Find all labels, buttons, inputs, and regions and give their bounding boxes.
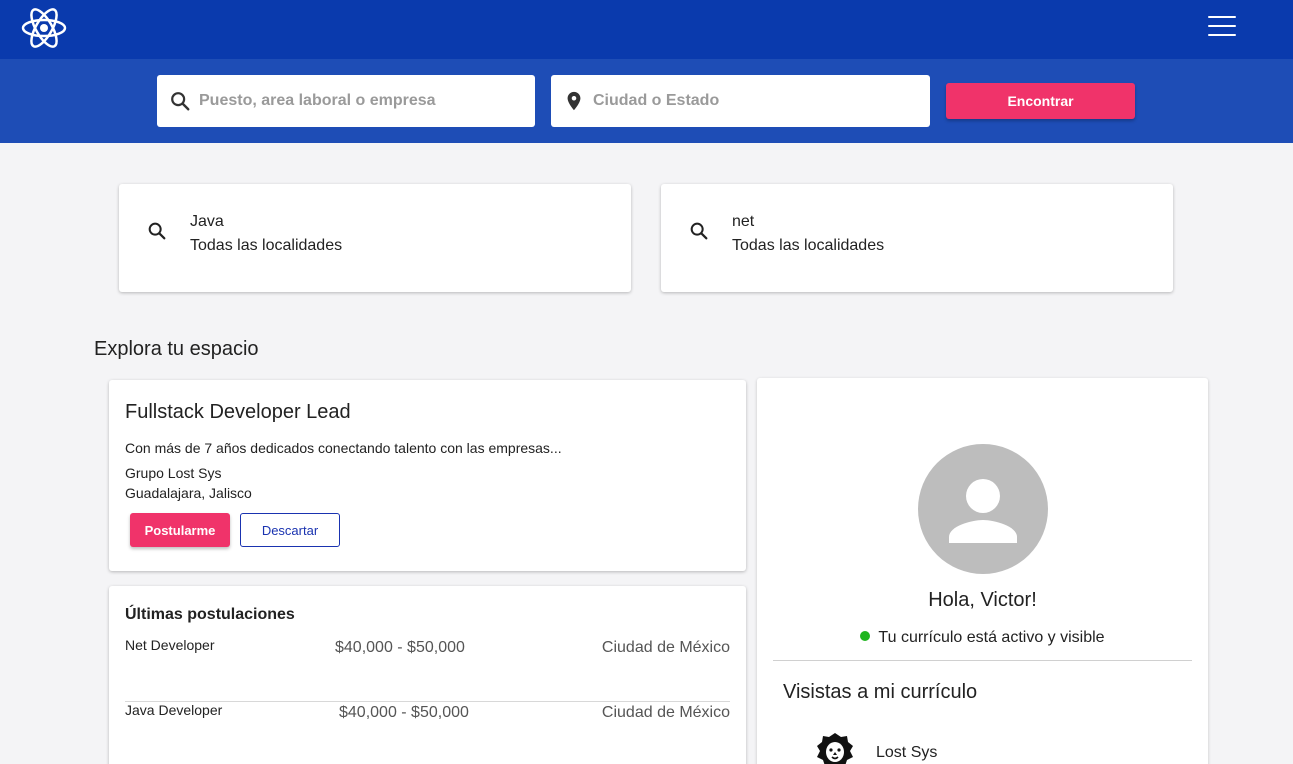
application-salary: $40,000 - $50,000 xyxy=(335,639,465,656)
application-city: Ciudad de México xyxy=(601,639,730,656)
job-description: Con más de 7 años dedicados conectando t… xyxy=(125,440,562,456)
lion-logo-icon xyxy=(817,733,853,764)
cv-status: Tu currículo está activo y visible xyxy=(757,629,1208,647)
job-title[interactable]: Fullstack Developer Lead xyxy=(125,401,351,424)
greeting: Hola, Victor! xyxy=(928,589,1037,611)
search-icon xyxy=(171,92,190,111)
user-icon xyxy=(949,479,1017,543)
search-bar: Encontrar xyxy=(0,59,1293,143)
react-logo-icon[interactable] xyxy=(20,5,68,51)
hamburger-menu-icon[interactable] xyxy=(1208,16,1236,38)
discard-button[interactable]: Descartar xyxy=(240,513,340,547)
job-location: Guadalajara, Jalisco xyxy=(125,485,252,501)
applications-title: Últimas postulaciones xyxy=(125,606,295,623)
recent-search-location: Todas las localidades xyxy=(190,237,343,254)
recent-search-card[interactable]: Java Todas las localidades xyxy=(119,184,631,292)
profile-card: Hola, Victor! Tu currículo está activo y… xyxy=(757,378,1208,764)
job-company: Grupo Lost Sys xyxy=(125,465,222,481)
application-salary: $40,000 - $50,000 xyxy=(339,704,469,721)
job-search-input[interactable] xyxy=(199,75,529,127)
job-search-field[interactable] xyxy=(157,75,535,127)
section-title: Explora tu espacio xyxy=(94,338,259,360)
recent-search-query: Java xyxy=(190,213,224,230)
search-icon xyxy=(690,222,708,240)
application-city: Ciudad de México xyxy=(601,704,730,721)
application-row[interactable]: Net Developer $40,000 - $50,000 Ciudad d… xyxy=(125,637,730,702)
search-icon xyxy=(148,222,166,240)
recent-applications-card: Últimas postulaciones Net Developer $40,… xyxy=(109,586,746,764)
visit-company-name[interactable]: Lost Sys xyxy=(876,744,937,762)
status-dot-icon xyxy=(860,631,871,641)
avatar[interactable] xyxy=(918,444,1048,574)
top-navbar xyxy=(0,0,1293,59)
find-button[interactable]: Encontrar xyxy=(946,83,1135,119)
application-job-name: Net Developer xyxy=(125,637,215,653)
cv-status-text: Tu currículo está activo y visible xyxy=(878,629,1105,646)
recent-search-query: net xyxy=(732,213,755,230)
apply-button[interactable]: Postularme xyxy=(130,513,230,547)
application-row[interactable]: Java Developer $40,000 - $50,000 Ciudad … xyxy=(125,702,730,764)
job-card: Fullstack Developer Lead Con más de 7 añ… xyxy=(109,380,746,571)
divider xyxy=(773,660,1192,661)
location-pin-icon xyxy=(567,91,581,111)
location-search-input[interactable] xyxy=(593,75,923,127)
visits-title: Visistas a mi currículo xyxy=(783,681,978,703)
location-search-field[interactable] xyxy=(551,75,930,127)
recent-search-card[interactable]: net Todas las localidades xyxy=(661,184,1173,292)
recent-search-location: Todas las localidades xyxy=(732,237,885,254)
application-job-name: Java Developer xyxy=(125,702,223,718)
